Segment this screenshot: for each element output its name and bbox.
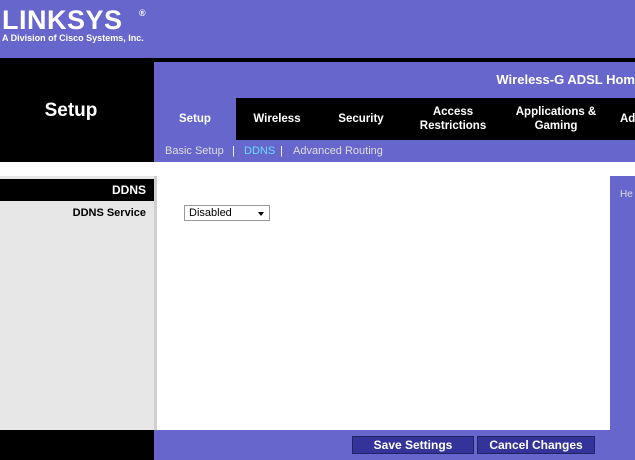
ddns-service-value: Disabled [189,207,232,219]
subnav-ddns[interactable]: DDNS [244,145,275,157]
section-title: Setup [44,100,98,121]
ddns-service-label: DDNS Service [72,207,146,219]
registered-mark: ® [139,8,146,18]
subnav-separator: | [280,145,283,157]
tab-wireless-label: Wireless [253,113,301,125]
tab-setup[interactable]: Setup [154,98,236,140]
linksys-logo: LINKSYS [2,5,123,35]
content-shadow [154,176,157,430]
tab-administration-label: Ad [620,113,635,125]
help-link[interactable]: He [620,189,633,200]
tab-security[interactable]: Security [318,98,404,140]
ddns-service-select[interactable]: Disabled [184,205,270,221]
subnav-separator: | [232,145,235,157]
chevron-down-icon [258,212,264,216]
cancel-changes-button[interactable]: Cancel Changes [477,436,595,454]
tab-access-restrictions-label: Access Restrictions [419,106,487,132]
tab-access-restrictions[interactable]: Access Restrictions [404,98,502,140]
tab-administration[interactable]: Ad [610,98,635,140]
sub-nav [154,140,635,162]
tab-setup-label: Setup [179,113,211,125]
help-panel [610,176,635,430]
footer-left [0,430,154,460]
content-top-strip [0,162,635,176]
tab-wireless[interactable]: Wireless [236,98,318,140]
ddns-group-title: DDNS [111,183,146,197]
subnav-basic-setup[interactable]: Basic Setup [165,145,224,157]
subnav-advanced-routing[interactable]: Advanced Routing [293,145,383,157]
tab-applications-gaming[interactable]: Applications & Gaming [502,98,610,140]
tab-security-label: Security [338,113,384,125]
brand-tagline: A Division of Cisco Systems, Inc. [2,33,144,43]
save-settings-button[interactable]: Save Settings [352,436,474,454]
product-name: Wireless-G ADSL Hom [496,72,635,87]
tab-applications-gaming-label: Applications & Gaming [515,106,597,132]
